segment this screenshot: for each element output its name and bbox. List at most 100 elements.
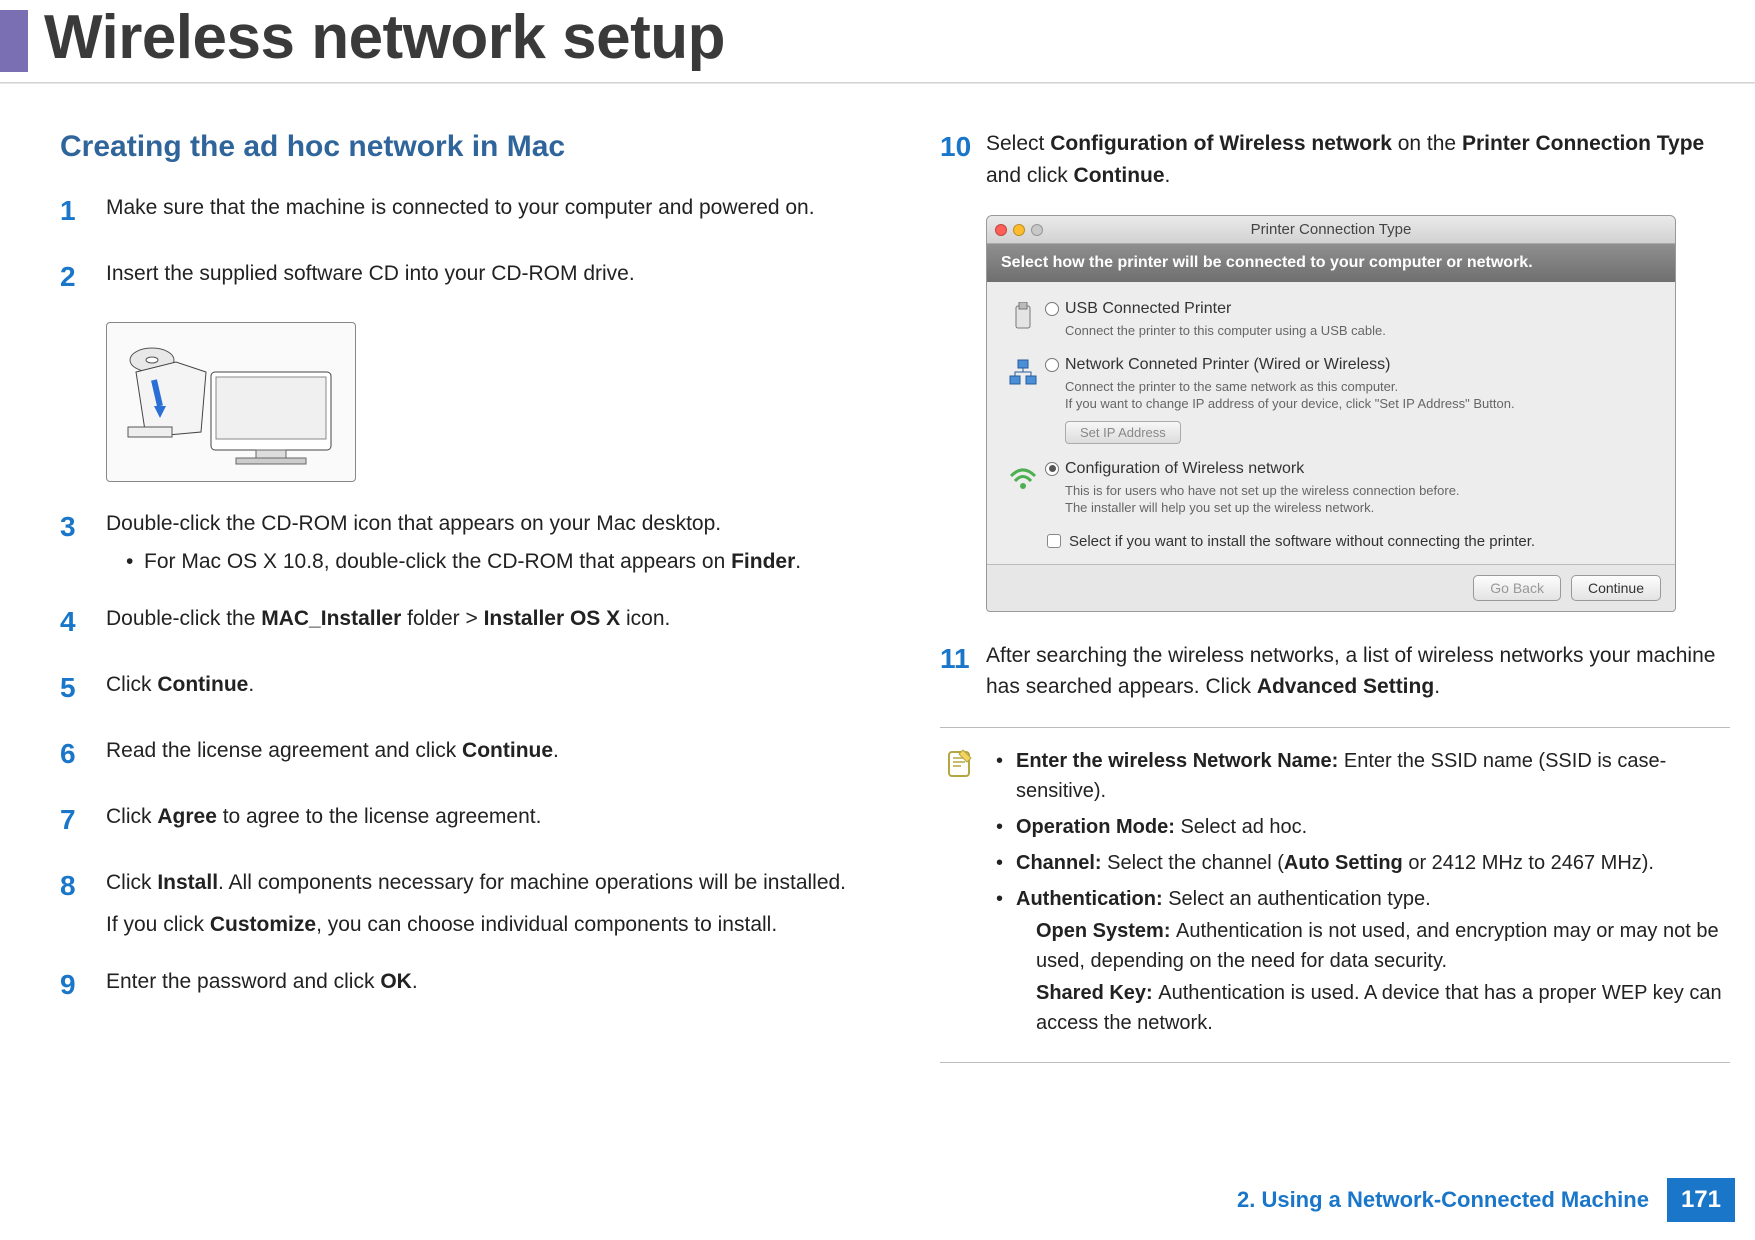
- b: Install: [157, 871, 218, 894]
- b: OK: [380, 970, 412, 993]
- step-text: Double-click the MAC_Installer folder > …: [106, 601, 670, 643]
- b: Continue: [1074, 164, 1165, 187]
- radio-network[interactable]: Network Conneted Printer (Wired or Wirel…: [1045, 356, 1661, 374]
- step-6: 6 Read the license agreement and click C…: [60, 733, 900, 775]
- page-number: 171: [1667, 1178, 1735, 1222]
- step-number: 7: [60, 799, 106, 841]
- note-body: • Enter the wireless Network Name: Enter…: [996, 746, 1724, 1044]
- b: Continue: [157, 673, 248, 696]
- step-sub: • For Mac OS X 10.8, double-click the CD…: [126, 546, 801, 578]
- t: icon.: [620, 607, 670, 630]
- b: Advanced Setting: [1257, 675, 1434, 698]
- option-label: Network Conneted Printer (Wired or Wirel…: [1065, 356, 1390, 374]
- radio-wireless-config[interactable]: Configuration of Wireless network: [1045, 460, 1661, 478]
- left-column: Creating the ad hoc network in Mac 1 Mak…: [60, 130, 900, 1030]
- step-5: 5 Click Continue.: [60, 667, 900, 709]
- t: on the: [1392, 132, 1462, 155]
- sub-text: For Mac OS X 10.8, double-click the CD-R…: [144, 546, 801, 578]
- dialog-printer-connection-type: Printer Connection Type Select how the p…: [986, 215, 1676, 612]
- t: , you can choose individual components t…: [316, 913, 777, 936]
- step-number: 5: [60, 667, 106, 709]
- continue-button[interactable]: Continue: [1571, 575, 1661, 601]
- step-number: 6: [60, 733, 106, 775]
- b: Printer Connection Type: [1462, 132, 1704, 155]
- t: Select an authentication type.: [1168, 888, 1430, 910]
- bullet: •: [996, 746, 1016, 806]
- d1: This is for users who have not set up th…: [1065, 483, 1460, 498]
- d2: If you want to change IP address of your…: [1065, 396, 1515, 411]
- checkbox-icon: [1047, 534, 1061, 548]
- step-number: 4: [60, 601, 106, 643]
- step-text: Read the license agreement and click Con…: [106, 733, 559, 775]
- step-number: 3: [60, 506, 106, 577]
- b: Configuration of Wireless network: [1050, 132, 1392, 155]
- b: Agree: [157, 805, 217, 828]
- option-network: Network Conneted Printer (Wired or Wirel…: [1001, 356, 1661, 444]
- step-text-line: Double-click the CD-ROM icon that appear…: [106, 512, 721, 535]
- step-text: After searching the wireless networks, a…: [986, 638, 1730, 703]
- note-item: Enter the wireless Network Name: Enter t…: [1016, 746, 1724, 806]
- step-text: Enter the password and click OK.: [106, 964, 418, 1006]
- step-text: Insert the supplied software CD into you…: [106, 256, 635, 298]
- set-ip-button[interactable]: Set IP Address: [1065, 421, 1181, 444]
- step-number: 9: [60, 964, 106, 1006]
- option-label: Configuration of Wireless network: [1065, 460, 1304, 478]
- title-divider: [0, 82, 1755, 84]
- step-number: 10: [940, 126, 986, 191]
- t: Click: [106, 871, 157, 894]
- note-icon: [940, 746, 980, 1044]
- t: and click: [986, 164, 1074, 187]
- checkbox-label: Select if you want to install the softwa…: [1069, 533, 1535, 550]
- step-text: Double-click the CD-ROM icon that appear…: [106, 506, 801, 577]
- radio-icon: [1045, 462, 1059, 476]
- step-9: 9 Enter the password and click OK.: [60, 964, 900, 1006]
- sub-pre: For Mac OS X 10.8, double-click the CD-R…: [144, 550, 731, 573]
- radio-usb[interactable]: USB Connected Printer: [1045, 300, 1661, 318]
- step-4: 4 Double-click the MAC_Installer folder …: [60, 601, 900, 643]
- go-back-button[interactable]: Go Back: [1473, 575, 1561, 601]
- step-text: Click Install. All components necessary …: [106, 865, 846, 940]
- option-desc: This is for users who have not set up th…: [1065, 482, 1661, 517]
- note-item: Authentication: Select an authentication…: [1016, 884, 1724, 1038]
- b: Authentication:: [1016, 888, 1168, 910]
- footer-chapter: 2. Using a Network-Connected Machine: [1237, 1187, 1649, 1213]
- t: .: [1434, 675, 1440, 698]
- dialog-title: Printer Connection Type: [987, 221, 1675, 238]
- step-number: 2: [60, 256, 106, 298]
- t: Read the license agreement and click: [106, 739, 462, 762]
- t: .: [553, 739, 559, 762]
- t: If you click: [106, 913, 210, 936]
- step-number: 11: [940, 638, 986, 703]
- right-column: 10 Select Configuration of Wireless netw…: [940, 130, 1730, 1063]
- b: Installer OS X: [484, 607, 621, 630]
- step-7: 7 Click Agree to agree to the license ag…: [60, 799, 900, 841]
- sub-bold: Finder: [731, 550, 795, 573]
- b: Auto Setting: [1284, 852, 1403, 874]
- step-text: Select Configuration of Wireless network…: [986, 126, 1730, 191]
- checkbox-row[interactable]: Select if you want to install the softwa…: [1001, 533, 1661, 550]
- t: Click: [106, 673, 157, 696]
- step-3: 3 Double-click the CD-ROM icon that appe…: [60, 506, 900, 577]
- t: Select the channel (: [1107, 852, 1284, 874]
- d2: The installer will help you set up the w…: [1065, 500, 1374, 515]
- note-item: Operation Mode: Select ad hoc.: [1016, 812, 1307, 842]
- b: Channel:: [1016, 852, 1107, 874]
- option-wireless-config: Configuration of Wireless network This i…: [1001, 460, 1661, 517]
- b: Enter the wireless Network Name:: [1016, 750, 1344, 772]
- step-2: 2 Insert the supplied software CD into y…: [60, 256, 900, 298]
- t: to agree to the license agreement.: [217, 805, 542, 828]
- step-11: 11 After searching the wireless networks…: [940, 638, 1730, 703]
- dialog-footer: Go Back Continue: [987, 564, 1675, 611]
- b: Customize: [210, 913, 316, 936]
- b: Open System:: [1036, 920, 1176, 942]
- option-desc: Connect the printer to this computer usi…: [1065, 322, 1661, 340]
- bullet: •: [996, 884, 1016, 1038]
- t: or 2412 MHz to 2467 MHz).: [1403, 852, 1654, 874]
- step-text: Click Agree to agree to the license agre…: [106, 799, 541, 841]
- bullet: •: [126, 546, 144, 578]
- step-number: 1: [60, 190, 106, 232]
- step-1: 1 Make sure that the machine is connecte…: [60, 190, 900, 232]
- dialog-titlebar: Printer Connection Type: [987, 216, 1675, 244]
- usb-icon: [1001, 300, 1045, 332]
- sub-post: .: [795, 550, 801, 573]
